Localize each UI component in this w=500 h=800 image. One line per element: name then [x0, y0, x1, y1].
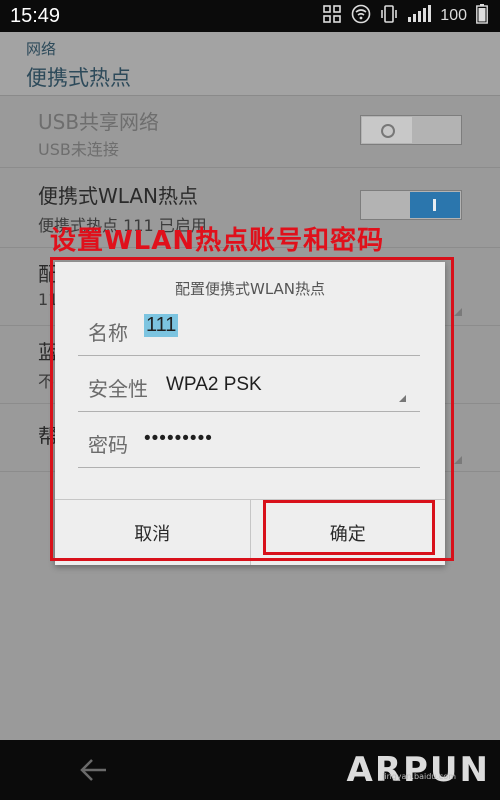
signal-icon [407, 5, 432, 27]
watermark-logo: ARPUN [346, 750, 490, 790]
status-icons: 100 [322, 4, 488, 28]
back-breadcrumb[interactable]: 网络 [26, 38, 56, 59]
usb-tethering-subtitle: USB未连接 [38, 140, 119, 159]
annotation-caption: 设置WLAN热点账号和密码 [50, 226, 385, 256]
battery-icon [476, 4, 488, 28]
wlan-hotspot-toggle[interactable] [360, 190, 462, 220]
toggle-knob [362, 117, 412, 143]
wlan-hotspot-title: 便携式WLAN热点 [38, 184, 199, 208]
screenshot-icon [322, 4, 342, 28]
usb-tethering-toggle[interactable] [360, 115, 462, 145]
vibrate-icon [380, 4, 398, 28]
chevron-down-icon [454, 456, 462, 464]
status-bar: 15:49 100 [0, 0, 500, 32]
chevron-down-icon [454, 308, 462, 316]
wifi-hotspot-icon [351, 4, 371, 28]
annotation-confirm-highlight [263, 500, 435, 555]
action-bar: 网络 便携式热点 [0, 32, 500, 96]
back-arrow-icon[interactable] [78, 754, 110, 790]
toggle-knob [410, 192, 460, 218]
page-title: 便携式热点 [26, 66, 131, 90]
battery-level: 100 [440, 7, 467, 24]
status-time: 15:49 [10, 4, 61, 27]
usb-tethering-title: USB共享网络 [38, 110, 160, 134]
navigation-bar: ARPUN jingyan.baidu.com [0, 740, 500, 800]
usb-tethering-row[interactable]: USB共享网络 USB未连接 [0, 96, 500, 168]
watermark-url: jingyan.baidu.com [382, 772, 456, 781]
